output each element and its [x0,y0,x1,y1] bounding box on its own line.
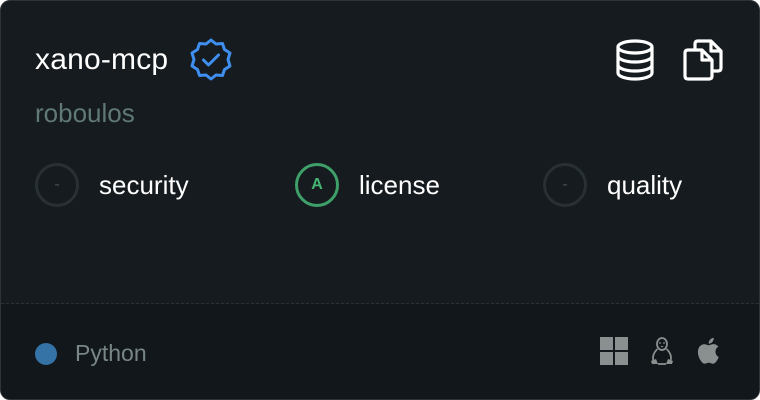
language-indicator: Python [35,340,147,367]
apple-icon [695,336,725,366]
windows-icon [599,336,629,366]
quality-label: quality [607,169,683,200]
score-license[interactable]: A license [295,163,440,207]
score-quality[interactable]: - quality [543,163,682,207]
score-row: - security A license - quality [35,163,735,213]
linux-icon [647,336,677,366]
license-grade-badge: A [295,163,339,207]
security-grade-badge: - [35,163,79,207]
copy-icon[interactable] [681,38,725,82]
card-footer: Python [1,304,759,399]
language-name: Python [75,340,147,366]
quality-grade-badge: - [543,163,587,207]
card-actions [613,38,725,82]
server-author[interactable]: roboulos [35,98,135,129]
database-icon[interactable] [613,38,657,82]
platform-list [599,336,725,366]
score-security[interactable]: - security [35,163,189,207]
server-card[interactable]: xano-mcp roboulos - security A license -… [0,0,760,400]
verified-badge-icon [188,37,234,83]
language-color-dot [35,342,57,365]
license-label: license [359,169,440,200]
security-label: security [99,169,189,200]
server-name[interactable]: xano-mcp [35,43,168,77]
card-header: xano-mcp [35,35,725,85]
